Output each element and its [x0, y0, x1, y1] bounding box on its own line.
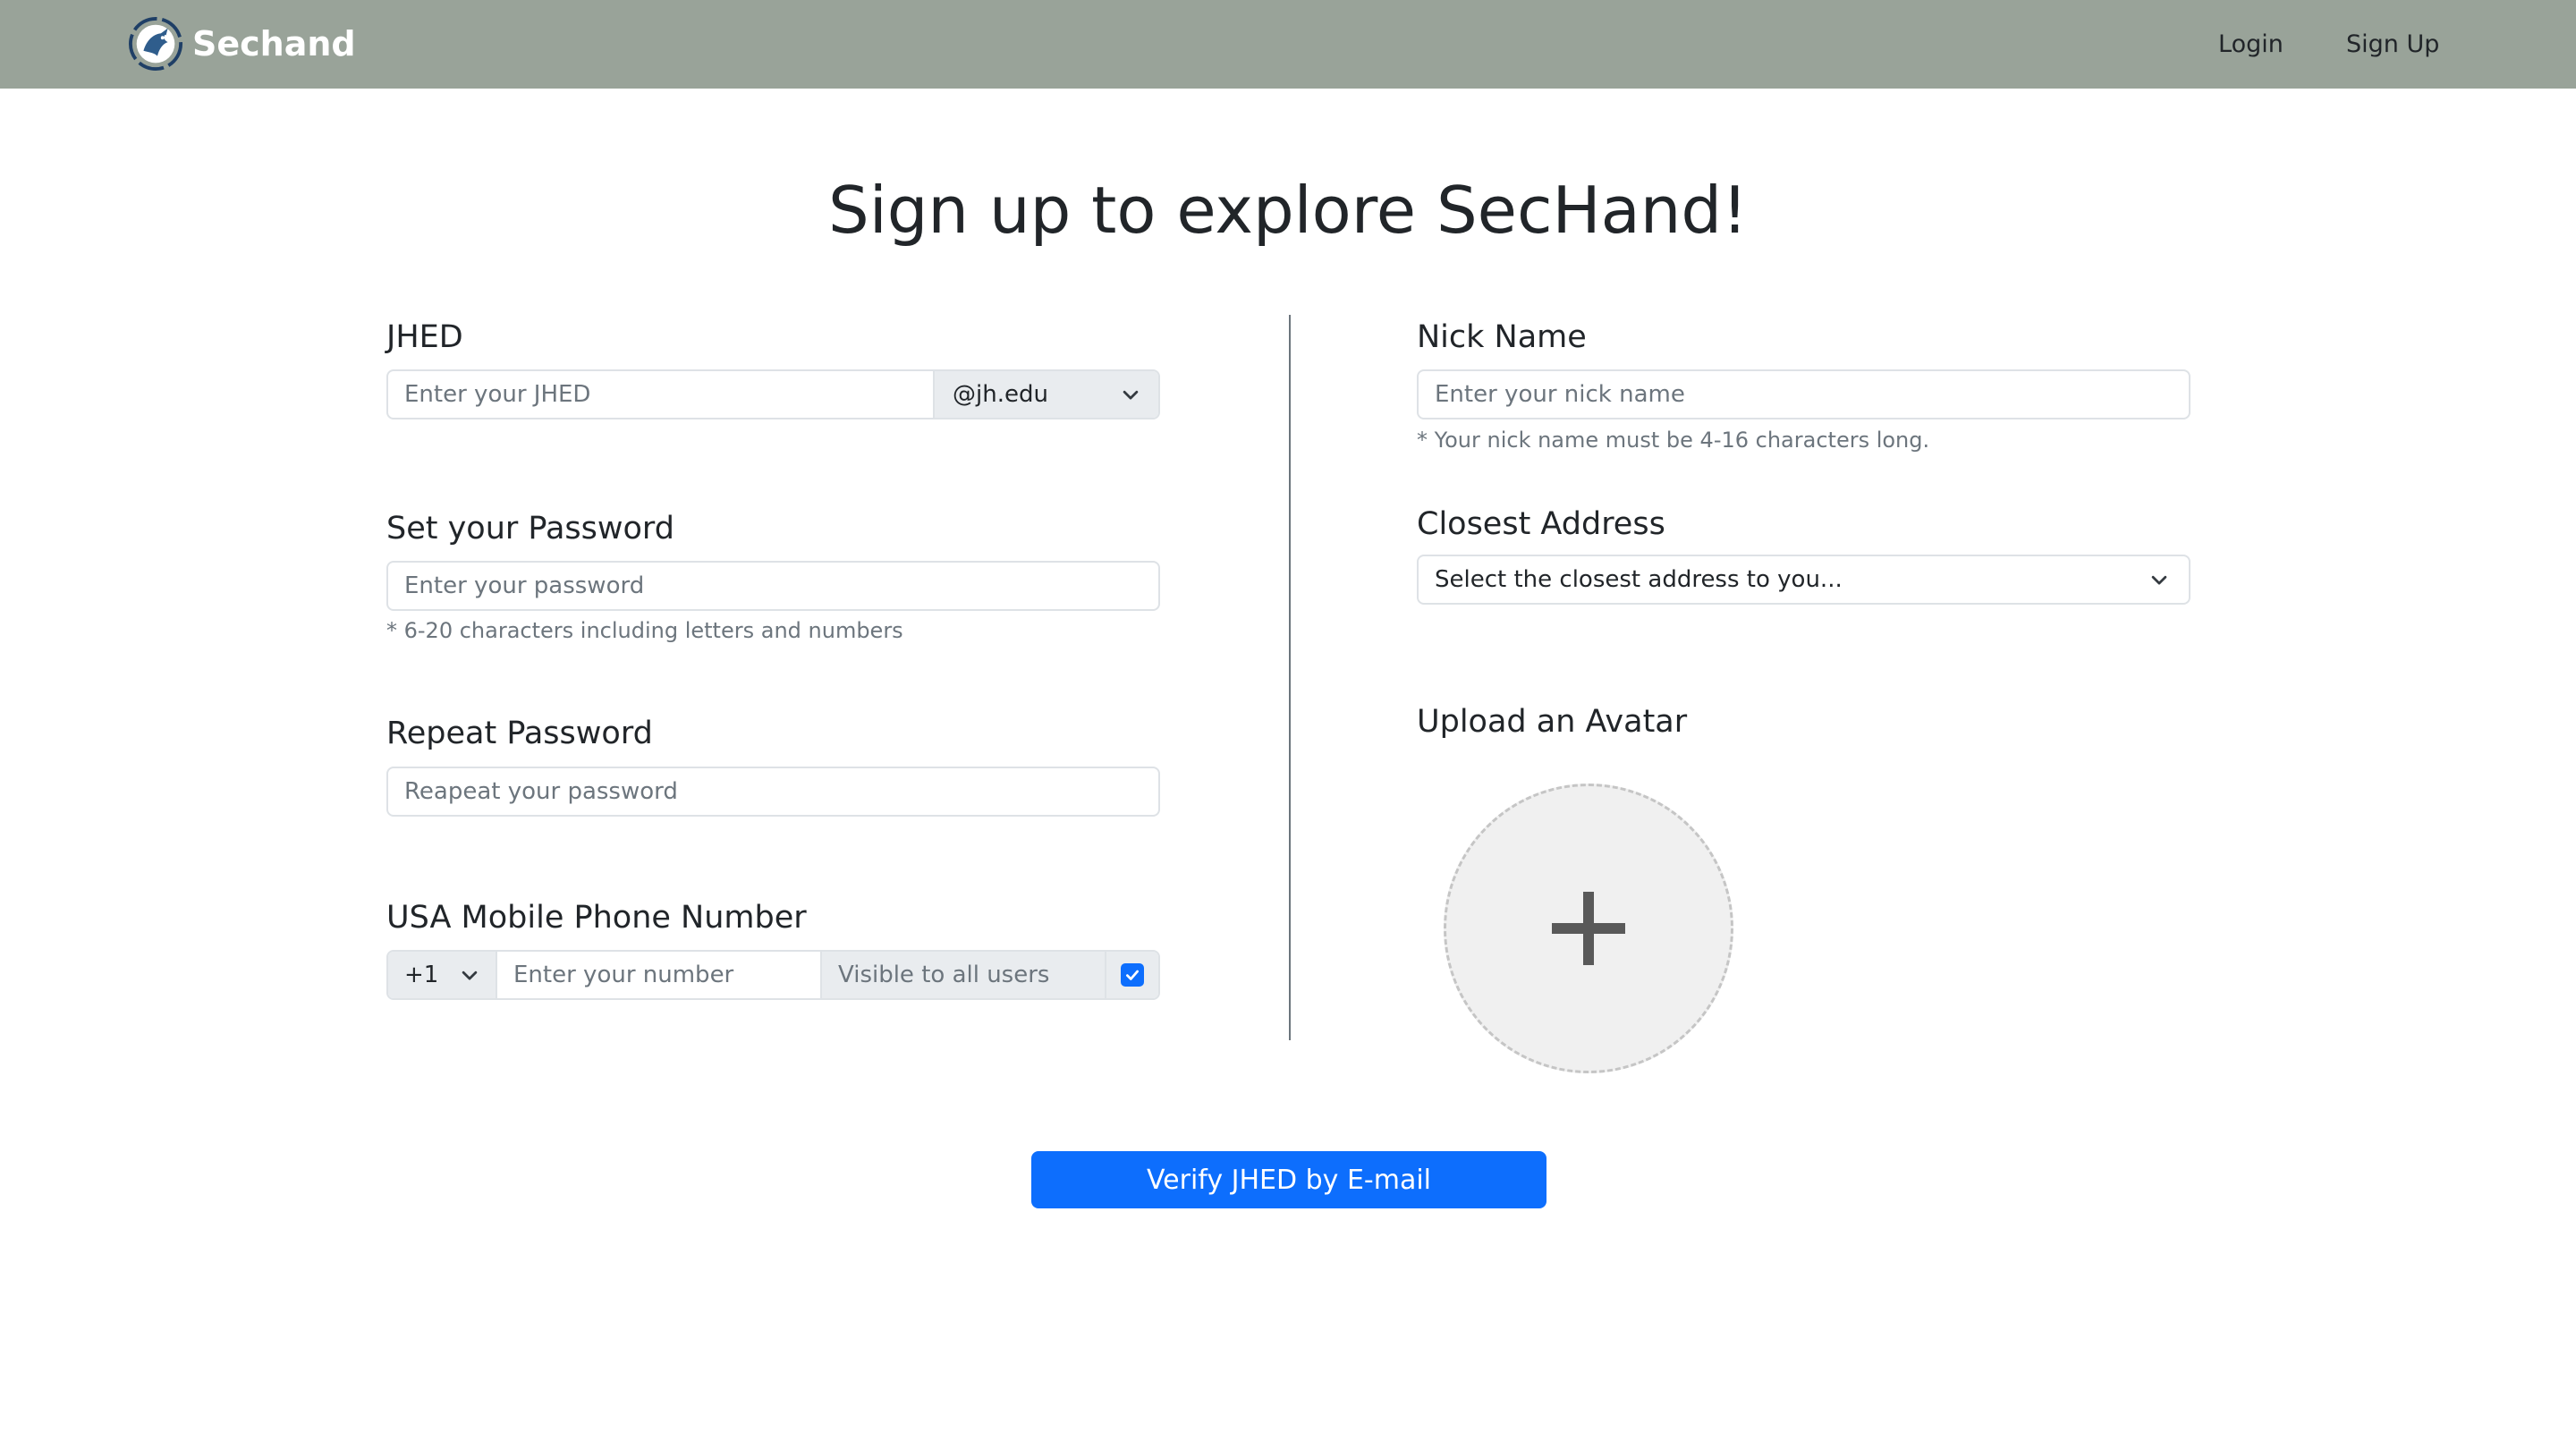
chevron-down-icon: [462, 970, 478, 980]
verify-jhed-button[interactable]: Verify JHED by E-mail: [1031, 1151, 1546, 1208]
page-title: Sign up to explore SecHand!: [828, 173, 1748, 248]
country-code-value: +1: [404, 962, 439, 988]
check-icon: [1126, 970, 1139, 980]
brand-logo-icon: [128, 16, 183, 72]
navbar: Sechand Login Sign Up: [0, 0, 2576, 89]
avatar-upload[interactable]: [1444, 784, 1733, 1073]
nav-signup-link[interactable]: Sign Up: [2346, 27, 2439, 63]
visibility-checkbox-wrap: [1105, 952, 1158, 998]
visibility-label: Visible to all users: [820, 952, 1105, 998]
password-label: Set your Password: [386, 511, 674, 547]
brand-name: Sechand: [192, 24, 356, 64]
jhed-domain-value: @jh.edu: [953, 381, 1048, 408]
nickname-label: Nick Name: [1417, 319, 1587, 355]
repeat-password-input[interactable]: [386, 767, 1160, 817]
chevron-down-icon: [2151, 575, 2167, 585]
plus-icon: [1552, 892, 1625, 965]
chevron-down-icon: [1123, 390, 1139, 400]
phone-label: USA Mobile Phone Number: [386, 900, 807, 936]
avatar-label: Upload an Avatar: [1417, 704, 1688, 740]
country-code-select[interactable]: +1: [388, 952, 496, 998]
brand[interactable]: Sechand: [128, 15, 356, 72]
password-help: * 6-20 characters including letters and …: [386, 618, 903, 643]
password-input[interactable]: [386, 561, 1160, 611]
repeat-password-label: Repeat Password: [386, 716, 653, 751]
nickname-input[interactable]: [1417, 369, 2190, 419]
address-select[interactable]: Select the closest address to you...: [1417, 555, 2190, 605]
phone-input-group: +1 Visible to all users: [386, 950, 1160, 1000]
address-select-value: Select the closest address to you...: [1435, 566, 1843, 593]
address-label: Closest Address: [1417, 506, 1665, 542]
nickname-help: * Your nick name must be 4-16 characters…: [1417, 428, 1930, 453]
visibility-checkbox[interactable]: [1121, 963, 1144, 987]
jhed-input[interactable]: [388, 371, 933, 418]
jhed-input-group: @jh.edu: [386, 369, 1160, 419]
jhed-domain-select[interactable]: @jh.edu: [933, 371, 1158, 418]
jhed-label: JHED: [386, 319, 463, 355]
nav-login-link[interactable]: Login: [2218, 27, 2284, 63]
phone-number-input[interactable]: [496, 952, 820, 998]
column-divider: [1289, 315, 1291, 1040]
